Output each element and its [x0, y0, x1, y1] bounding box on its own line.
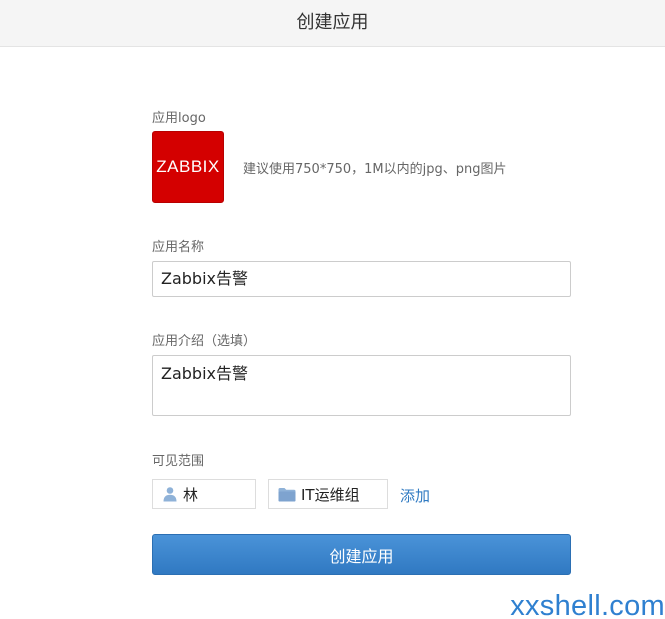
visibility-user-chip[interactable]: 林 [152, 479, 256, 509]
site-watermark: xxshell.com [510, 590, 665, 619]
add-visibility-link[interactable]: 添加 [400, 485, 430, 506]
logo-label: 应用logo [152, 111, 206, 126]
create-app-page: 创建应用 应用logo ZABBIX 建议使用750*750，1M以内的jpg、… [0, 0, 665, 619]
app-logo-upload[interactable]: ZABBIX [152, 131, 224, 203]
page-title: 创建应用 [296, 12, 369, 33]
app-name-label: 应用名称 [152, 240, 205, 255]
logo-text: ZABBIX [156, 157, 220, 176]
visibility-department-name: IT运维组 [301, 485, 360, 504]
user-icon [162, 486, 178, 502]
visibility-user-name: 林 [183, 485, 199, 504]
app-desc-input[interactable]: Zabbix告警 [152, 355, 571, 416]
visibility-label: 可见范围 [152, 454, 205, 469]
app-desc-label: 应用介绍（选填） [152, 334, 257, 349]
visibility-department-chip[interactable]: IT运维组 [268, 479, 388, 509]
logo-hint: 建议使用750*750，1M以内的jpg、png图片 [243, 162, 507, 177]
page-header: 创建应用 [0, 0, 665, 47]
folder-icon [278, 487, 296, 502]
app-name-input[interactable]: Zabbix告警 [152, 261, 571, 297]
create-app-button[interactable]: 创建应用 [152, 534, 571, 575]
